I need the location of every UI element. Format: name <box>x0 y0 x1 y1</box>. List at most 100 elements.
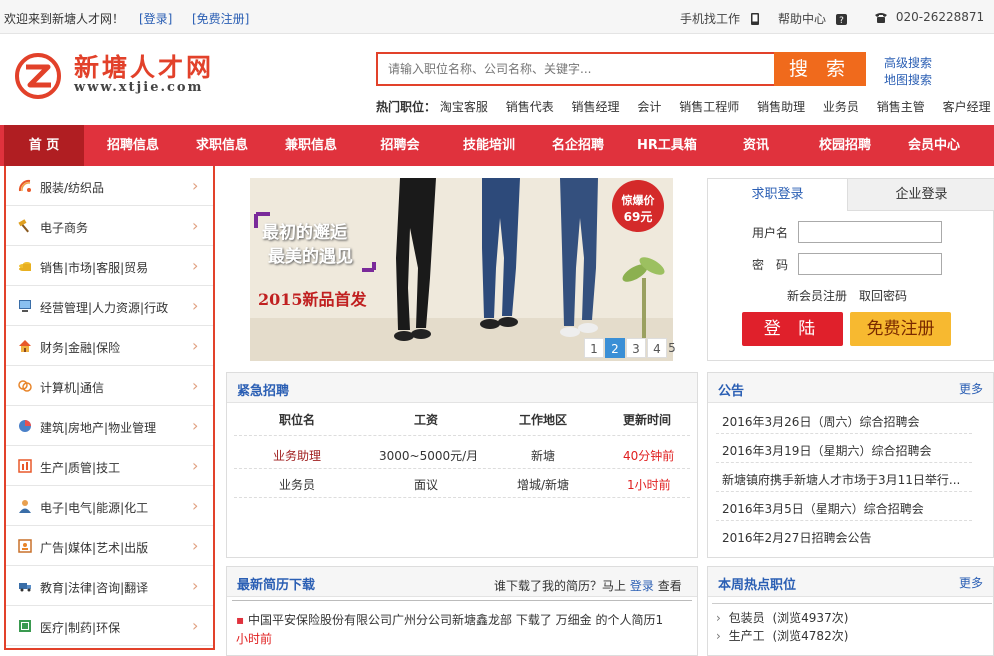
hot-job-link[interactable]: 销售工程师 <box>679 100 739 114</box>
nav-jobseek[interactable]: 求职信息 <box>183 125 261 166</box>
tab-company-login[interactable]: 企业登录 <box>847 179 994 211</box>
advanced-search-link[interactable]: 高级搜索 <box>884 54 932 71</box>
col-job-title: 职位名 <box>279 413 316 427</box>
logo-url: www.xtjie.com <box>74 80 204 95</box>
hot-job-link[interactable]: 销售主管 <box>877 100 925 114</box>
category-item[interactable]: 生产|质管|技工 › <box>6 446 213 486</box>
mobile-job-link[interactable]: 手机找工作 <box>680 10 760 27</box>
nav-parttime[interactable]: 兼职信息 <box>272 125 350 166</box>
banner-page-dot[interactable]: 1 <box>584 338 604 358</box>
map-search-link[interactable]: 地图搜索 <box>884 71 932 88</box>
hot-position-name: 包装员 <box>728 611 765 625</box>
notice-header: 公告 更多 <box>708 373 993 403</box>
hot-week-more-link[interactable]: 更多 <box>959 574 983 591</box>
svg-text:?: ? <box>839 16 844 25</box>
hot-job-link[interactable]: 销售助理 <box>757 100 805 114</box>
resume-login-link[interactable]: 登录 <box>630 579 654 593</box>
register-link[interactable]: [免费注册] <box>192 10 249 27</box>
hot-position-item[interactable]: › 生产工 (浏览4782次) <box>716 627 848 644</box>
monitor-icon <box>19 300 31 312</box>
search-button[interactable]: 搜 索 <box>774 52 866 86</box>
banner-page-dot[interactable]: 4 <box>647 338 667 358</box>
notice-item[interactable]: 新塘镇府携手新塘人才市场于3月11日举行... <box>722 471 972 488</box>
job-update-time: 40分钟前 <box>623 449 675 463</box>
nav-famous[interactable]: 名企招聘 <box>539 125 617 166</box>
urgent-jobs-header: 紧急招聘 <box>227 373 697 403</box>
hot-job-link[interactable]: 会计 <box>637 100 661 114</box>
chevron-right-icon: › <box>192 176 199 195</box>
hot-job-link[interactable]: 销售代表 <box>506 100 554 114</box>
hot-job-link[interactable]: 客户经理 <box>943 100 991 114</box>
login-link[interactable]: [登录] <box>139 10 172 27</box>
search-input[interactable] <box>378 54 774 84</box>
password-field[interactable] <box>798 253 942 275</box>
category-item[interactable]: 销售|市场|客服|贸易 › <box>6 246 213 286</box>
search-box <box>376 52 774 86</box>
nav-campus[interactable]: 校园招聘 <box>806 125 884 166</box>
hot-job-link[interactable]: 淘宝客服 <box>440 100 488 114</box>
resume-company: 中国平安保险股份有限公司广州分公司新塘鑫龙部 <box>247 613 512 627</box>
notice-divider <box>716 433 972 434</box>
category-item[interactable]: 财务|金融|保险 › <box>6 326 213 366</box>
category-item[interactable]: 电子|电气|能源|化工 › <box>6 486 213 526</box>
nav-member[interactable]: 会员中心 <box>895 125 973 166</box>
hotline: 020-26228871 <box>874 10 984 24</box>
promo-banner[interactable]: 最初的邂逅 最美的遇见 2015新品首发 惊爆价 69元 <box>250 178 673 361</box>
notice-item[interactable]: 2016年3月5日（星期六）综合招聘会 <box>722 500 972 517</box>
nav-recruit[interactable]: 招聘信息 <box>94 125 172 166</box>
notice-more-link[interactable]: 更多 <box>959 380 983 397</box>
logo-mark[interactable] <box>14 52 62 100</box>
resume-prompt-suffix: 查看 <box>657 579 682 593</box>
resume-item[interactable]: ▪ 中国平安保险股份有限公司广州分公司新塘鑫龙部 下载了 万细金 的个人简历1 … <box>236 611 692 649</box>
hot-jobs-bar: 热门职位： 淘宝客服 销售代表 销售经理 会计 销售工程师 销售助理 业务员 销… <box>376 98 991 115</box>
job-area: 新塘 <box>531 449 556 463</box>
job-title-link[interactable]: 业务员 <box>279 476 315 493</box>
category-item[interactable]: 经营管理|人力资源|行政 › <box>6 286 213 326</box>
chevron-right-icon: › <box>192 296 199 315</box>
chevron-right-icon: › <box>192 376 199 395</box>
new-member-link[interactable]: 新会员注册 <box>787 287 847 304</box>
logo-title[interactable]: 新塘人才网 <box>74 48 214 84</box>
job-update-time: 1小时前 <box>627 478 671 492</box>
banner-page-dot-active[interactable]: 2 <box>605 338 625 358</box>
category-label: 广告|媒体|艺术|出版 <box>40 541 149 555</box>
job-title-link[interactable]: 业务助理 <box>273 447 321 464</box>
resume-person: 万细金 <box>555 613 592 627</box>
notice-item[interactable]: 2016年2月27日招聘会公告 <box>722 529 972 546</box>
job-salary: 面议 <box>414 478 439 492</box>
hot-job-link[interactable]: 销售经理 <box>572 100 620 114</box>
category-item[interactable]: 医疗|制药|环保 › <box>6 606 213 646</box>
category-label: 财务|金融|保险 <box>40 341 121 355</box>
banner-page-dot[interactable]: 3 <box>626 338 646 358</box>
welcome-text: 欢迎来到新塘人才网！ <box>4 12 125 26</box>
house-icon <box>19 340 31 352</box>
category-label: 计算机|通信 <box>40 381 105 395</box>
category-item[interactable]: 广告|媒体|艺术|出版 › <box>6 526 213 566</box>
nav-hr-tools[interactable]: HR工具箱 <box>628 125 706 166</box>
chevron-right-icon: › <box>192 496 199 515</box>
notice-item[interactable]: 2016年3月19日（星期六）综合招聘会 <box>722 442 972 459</box>
category-item[interactable]: 计算机|通信 › <box>6 366 213 406</box>
category-label: 生产|质管|技工 <box>40 461 121 475</box>
forgot-password-link[interactable]: 取回密码 <box>859 287 907 304</box>
username-field[interactable] <box>798 221 942 243</box>
category-item[interactable]: 服装/纺织品 › <box>6 166 213 206</box>
hot-job-link[interactable]: 业务员 <box>823 100 859 114</box>
hot-position-item[interactable]: › 包装员 (浏览4937次) <box>716 609 848 626</box>
help-center-link[interactable]: 帮助中心 ? <box>778 10 847 27</box>
nav-home[interactable]: 首 页 <box>4 125 84 166</box>
notice-item[interactable]: 2016年3月26日（周六）综合招聘会 <box>722 413 972 430</box>
nav-training[interactable]: 技能培训 <box>450 125 528 166</box>
category-item[interactable]: 教育|法律|咨询|翻译 › <box>6 566 213 606</box>
login-button[interactable]: 登 陆 <box>742 312 843 346</box>
factory-icon <box>18 459 32 473</box>
nav-news[interactable]: 资讯 <box>717 125 795 166</box>
category-item[interactable]: 电子商务 › <box>6 206 213 246</box>
nav-jobfair[interactable]: 招聘会 <box>361 125 439 166</box>
resume-title: 最新简历下载 <box>237 578 316 593</box>
category-item[interactable]: 建筑|房地产|物业管理 › <box>6 406 213 446</box>
tab-person-login[interactable]: 求职登录 <box>708 179 847 211</box>
banner-page-dot[interactable]: 5 <box>668 338 676 358</box>
chevron-right-icon: › <box>192 456 199 475</box>
free-register-button[interactable]: 免费注册 <box>850 312 951 346</box>
